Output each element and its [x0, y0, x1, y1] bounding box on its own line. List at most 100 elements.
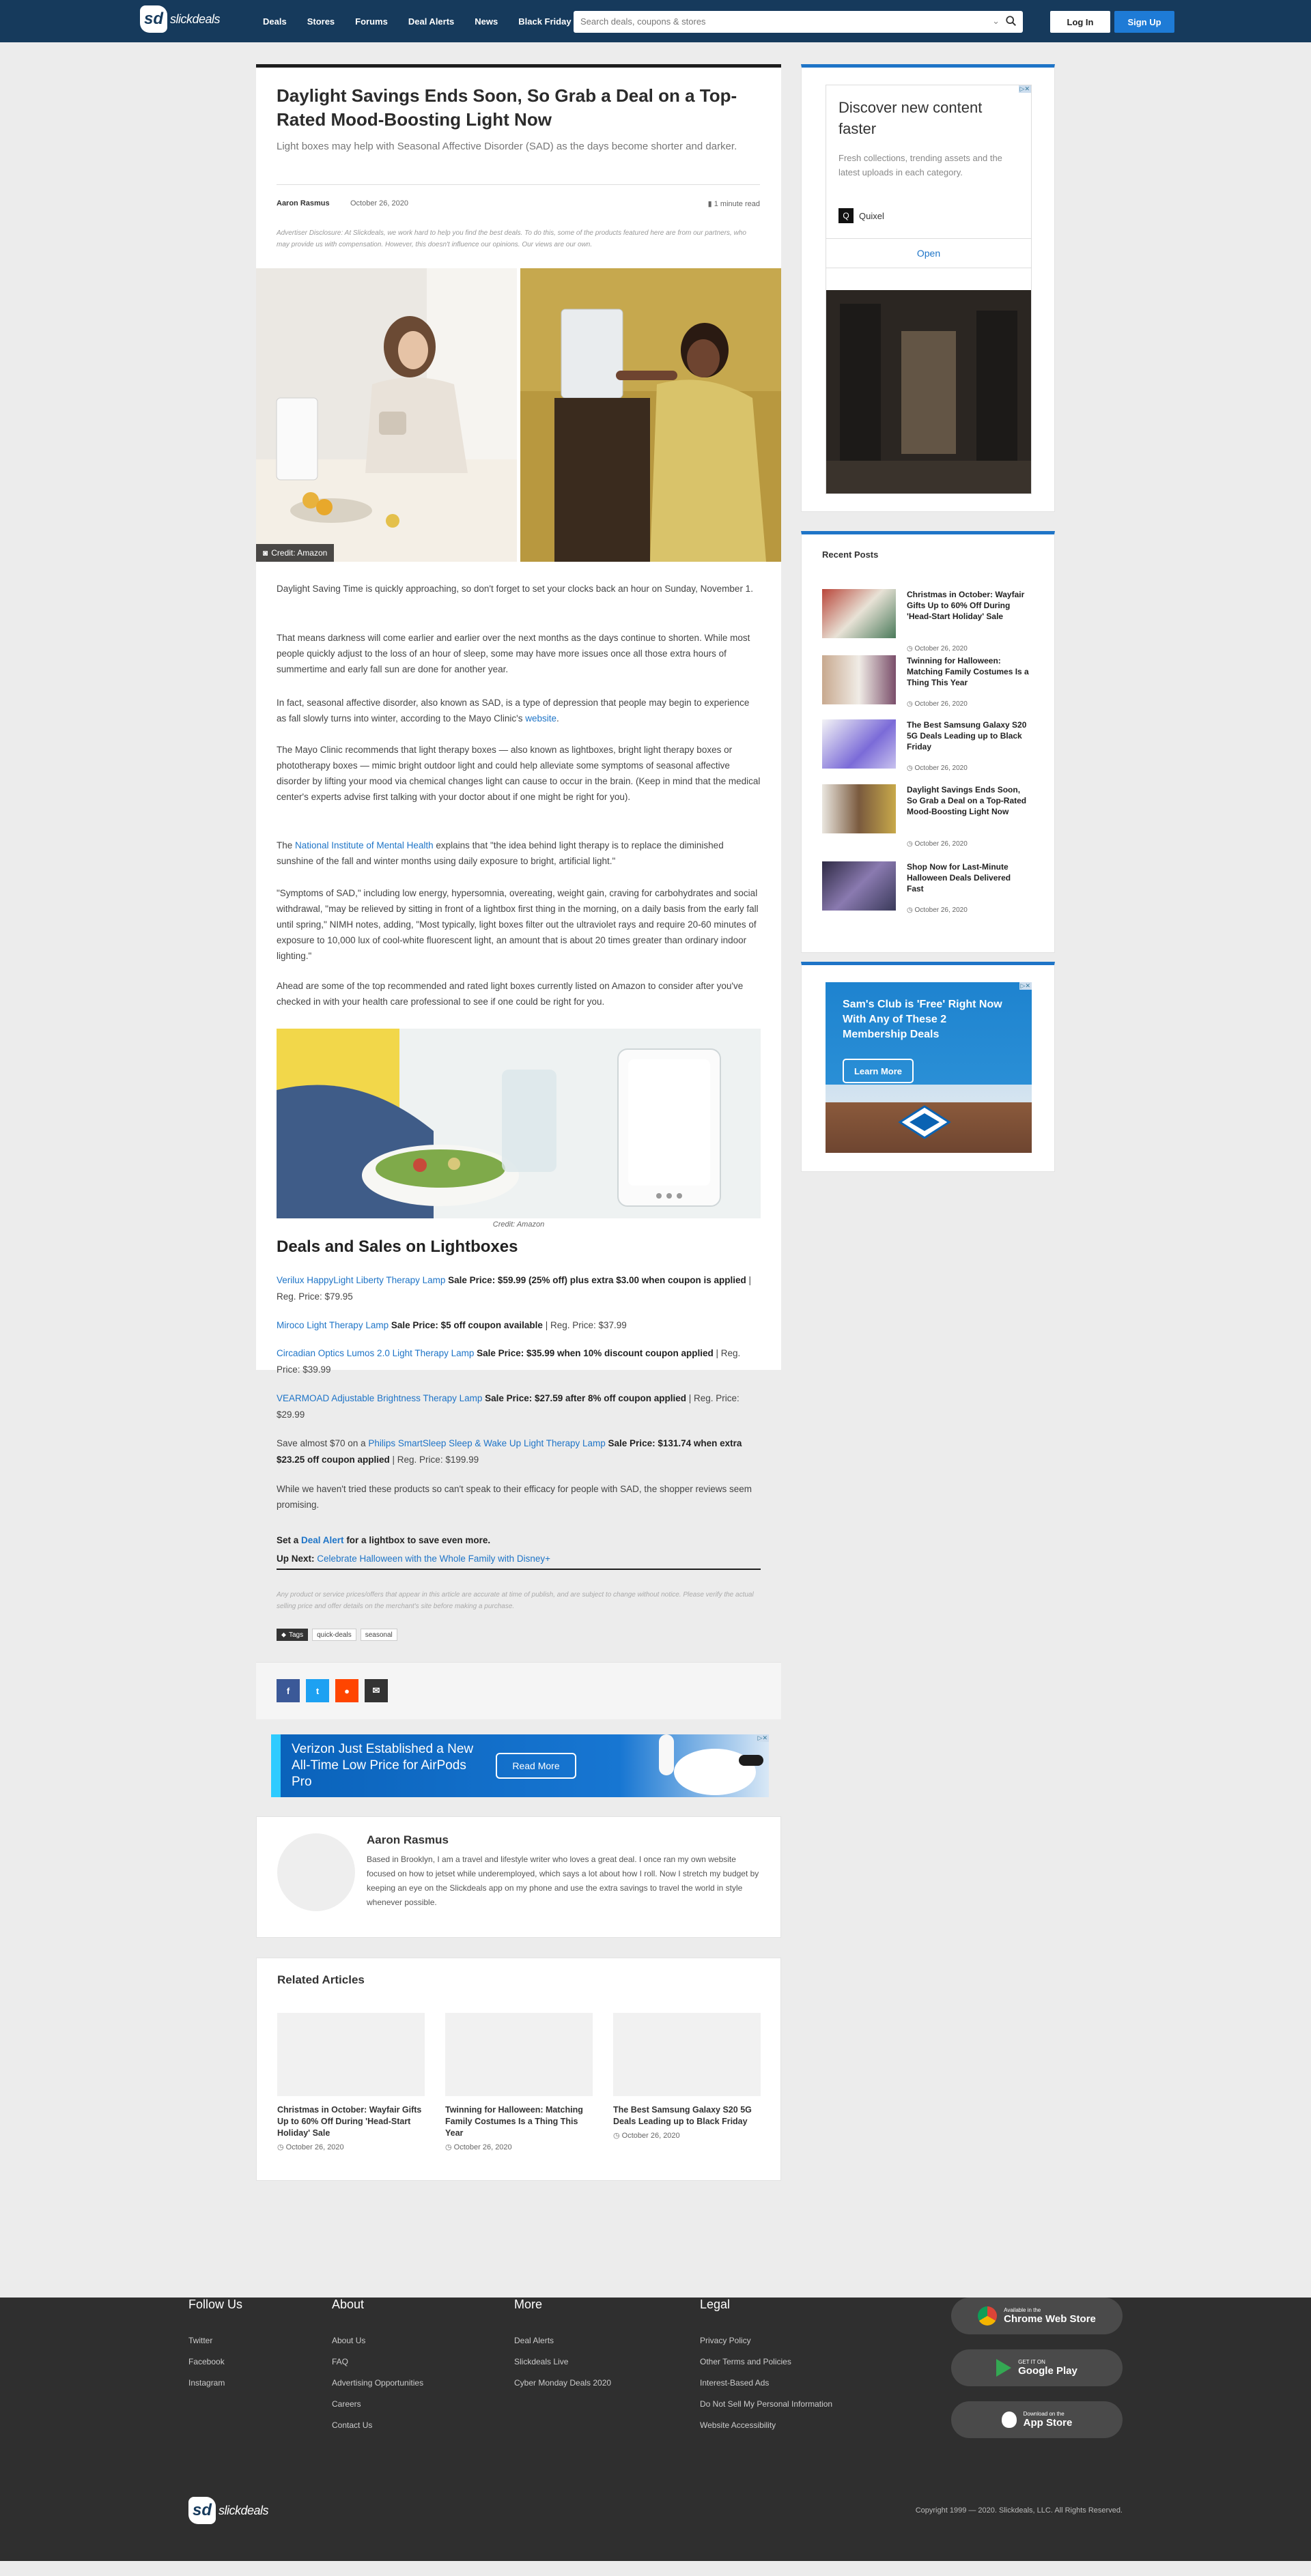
deal-alert-link[interactable]: Deal Alert [301, 1535, 344, 1545]
recent-posts-title: Recent Posts [822, 549, 879, 560]
chrome-web-store-button[interactable]: Available in the Chrome Web Store [951, 2298, 1123, 2334]
search-icon[interactable] [1005, 15, 1017, 27]
airpods-image [659, 1734, 763, 1795]
login-button[interactable]: Log In [1050, 11, 1110, 33]
quixel-open-button[interactable]: Open [826, 238, 1031, 268]
search-input[interactable]: Search deals, coupons & stores ⌄ [574, 11, 1023, 33]
nav-forums[interactable]: Forums [355, 16, 388, 27]
up-next-link[interactable]: Celebrate Halloween with the Whole Famil… [317, 1554, 550, 1564]
related-article-thumbnail[interactable] [613, 2013, 761, 2096]
nimh-link[interactable]: National Institute of Mental Health [295, 840, 434, 850]
recent-post-thumbnail[interactable] [822, 861, 896, 911]
footer-link-do-not-sell[interactable]: Do Not Sell My Personal Information [700, 2399, 832, 2409]
author-name[interactable]: Aaron Rasmus [367, 1833, 449, 1847]
author-bio: Based in Brooklyn, I am a travel and lif… [367, 1855, 759, 1907]
twitter-share-button[interactable]: t [306, 1679, 329, 1702]
recent-post-title[interactable]: Shop Now for Last-Minute Halloween Deals… [907, 861, 1030, 894]
footer-link-privacy[interactable]: Privacy Policy [700, 2336, 751, 2345]
verizon-ad-banner[interactable]: Verizon Just Established a New All-Time … [271, 1734, 769, 1797]
footer-link-facebook[interactable]: Facebook [188, 2357, 225, 2366]
paragraph-3-text-a: In fact, seasonal affective disorder, al… [277, 698, 750, 724]
recent-post-date: ◷ October 26, 2020 [907, 645, 968, 653]
ad-choices-icon[interactable]: ▷✕ [756, 1734, 769, 1742]
related-article-thumbnail[interactable] [277, 2013, 425, 2096]
search-dropdown-icon[interactable]: ⌄ [992, 16, 1000, 27]
footer-link-contact[interactable]: Contact Us [332, 2420, 372, 2430]
sams-club-logo-icon [898, 1105, 951, 1139]
related-article-card[interactable]: Twinning for Halloween: Matching Family … [445, 2013, 593, 2151]
signup-button[interactable]: Sign Up [1114, 11, 1174, 33]
slickdeals-logo[interactable]: sd slickdeals [140, 5, 221, 33]
article-title: Daylight Savings Ends Soon, So Grab a De… [277, 85, 737, 130]
footer-link-faq[interactable]: FAQ [332, 2357, 348, 2366]
footer-link-interest-ads[interactable]: Interest-Based Ads [700, 2378, 769, 2388]
top-navigation-bar: sd slickdeals Deals Stores Forums Deal A… [0, 0, 1311, 42]
related-article-title[interactable]: Christmas in October: Wayfair Gifts Up t… [277, 2104, 425, 2139]
facebook-share-button[interactable]: f [277, 1679, 300, 1702]
related-article-card[interactable]: The Best Samsung Galaxy S20 5G Deals Lea… [613, 2013, 761, 2140]
tag-list: ⬥ Tags quick-deals seasonal [277, 1629, 397, 1641]
footer-link-about-us[interactable]: About Us [332, 2336, 365, 2345]
recent-post-date-text: October 26, 2020 [914, 764, 968, 772]
footer-link-slickdeals-live[interactable]: Slickdeals Live [514, 2357, 568, 2366]
bookmark-icon: ▮ [707, 200, 714, 208]
sams-club-ad[interactable]: Sam's Club is 'Free' Right Now With Any … [826, 982, 1032, 1153]
related-article-title[interactable]: The Best Samsung Galaxy S20 5G Deals Lea… [613, 2104, 761, 2128]
related-article-card[interactable]: Christmas in October: Wayfair Gifts Up t… [277, 2013, 425, 2151]
nav-news[interactable]: News [475, 16, 498, 27]
clock-icon: ◷ [277, 2143, 286, 2151]
article-author[interactable]: Aaron Rasmus [277, 199, 330, 207]
ad-choices-icon[interactable]: ▷✕ [1018, 85, 1031, 93]
recent-post-date-text: October 26, 2020 [914, 645, 968, 653]
footer-logo[interactable]: sd slickdeals [188, 2497, 269, 2524]
footer-link-twitter[interactable]: Twitter [188, 2336, 212, 2345]
deal-link-verilux[interactable]: Verilux HappyLight Liberty Therapy Lamp [277, 1275, 445, 1285]
footer-link-cyber-monday[interactable]: Cyber Monday Deals 2020 [514, 2378, 611, 2388]
nav-deal-alerts[interactable]: Deal Alerts [408, 16, 454, 27]
footer-logo-icon: sd [188, 2497, 216, 2524]
tag-quick-deals[interactable]: quick-deals [312, 1629, 356, 1641]
camera-icon: ◙ [263, 548, 268, 558]
ad-read-more-button[interactable]: Read More [496, 1753, 576, 1779]
deal-item: VEARMOAD Adjustable Brightness Therapy L… [277, 1390, 761, 1423]
related-article-thumbnail[interactable] [445, 2013, 593, 2096]
deal-link-vearmoad[interactable]: VEARMOAD Adjustable Brightness Therapy L… [277, 1393, 482, 1403]
google-play-button[interactable]: GET IT ON Google Play [951, 2349, 1123, 2386]
recent-post-title[interactable]: Christmas in October: Wayfair Gifts Up t… [907, 589, 1030, 622]
reddit-share-button[interactable]: ● [335, 1679, 358, 1702]
recent-post-thumbnail[interactable] [822, 655, 896, 704]
footer-link-advertising[interactable]: Advertising Opportunities [332, 2378, 423, 2388]
related-article-title[interactable]: Twinning for Halloween: Matching Family … [445, 2104, 593, 2139]
footer-link-instagram[interactable]: Instagram [188, 2378, 225, 2388]
nav-deals[interactable]: Deals [263, 16, 287, 27]
footer-link-terms[interactable]: Other Terms and Policies [700, 2357, 791, 2366]
quixel-ad-description: Fresh collections, trending assets and t… [838, 153, 1002, 177]
deal-sale-price: Sale Price: $35.99 when 10% discount cou… [474, 1348, 714, 1358]
deal-link-philips[interactable]: Philips SmartSleep Sleep & Wake Up Light… [368, 1438, 605, 1448]
email-share-button[interactable]: ✉ [365, 1679, 388, 1702]
footer-link-careers[interactable]: Careers [332, 2399, 361, 2409]
email-icon: ✉ [372, 1685, 380, 1695]
app-store-button[interactable]: Download on the App Store [951, 2401, 1123, 2438]
nav-stores[interactable]: Stores [307, 16, 335, 27]
sams-club-learn-more-button[interactable]: Learn More [843, 1059, 914, 1083]
nav-black-friday[interactable]: Black Friday [518, 16, 571, 27]
mayo-clinic-link[interactable]: website [525, 713, 556, 724]
ad-choices-icon[interactable]: ▷✕ [1019, 982, 1032, 990]
deal-link-circadian[interactable]: Circadian Optics Lumos 2.0 Light Therapy… [277, 1348, 474, 1358]
related-articles-title: Related Articles [277, 1973, 365, 1986]
recent-post-thumbnail[interactable] [822, 589, 896, 638]
tag-seasonal[interactable]: seasonal [360, 1629, 397, 1641]
up-next-label: Up Next: [277, 1554, 318, 1564]
footer-link-accessibility[interactable]: Website Accessibility [700, 2420, 776, 2430]
deal-link-miroco[interactable]: Miroco Light Therapy Lamp [277, 1320, 389, 1330]
recent-post-title[interactable]: The Best Samsung Galaxy S20 5G Deals Lea… [907, 719, 1030, 752]
footer-link-deal-alerts[interactable]: Deal Alerts [514, 2336, 554, 2345]
copyright: Copyright 1999 — 2020. Slickdeals, LLC. … [915, 2506, 1123, 2515]
recent-post-thumbnail[interactable] [822, 784, 896, 833]
quixel-ad[interactable]: Discover new content faster Fresh collec… [826, 85, 1032, 494]
recent-post-title[interactable]: Twinning for Halloween: Matching Family … [907, 655, 1030, 688]
recent-post-title[interactable]: Daylight Savings Ends Soon, So Grab a De… [907, 784, 1030, 817]
tags-label: ⬥ Tags [277, 1629, 309, 1641]
recent-post-thumbnail[interactable] [822, 719, 896, 769]
